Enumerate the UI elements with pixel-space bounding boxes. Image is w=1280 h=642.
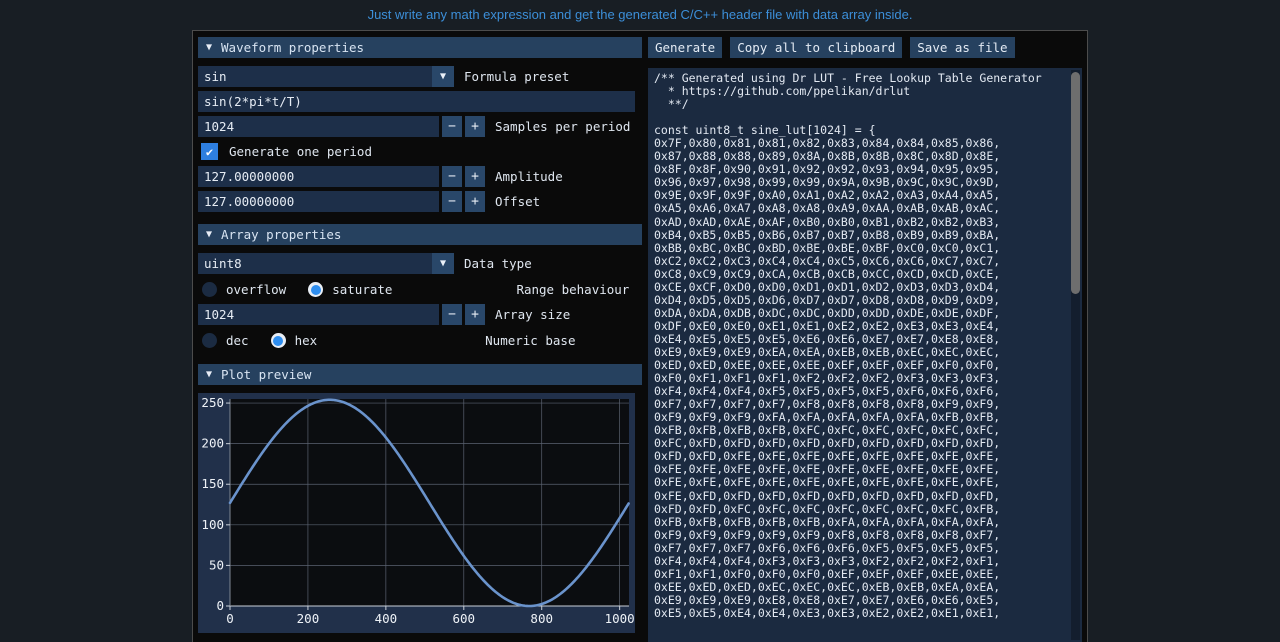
radio-hex-label: hex	[294, 333, 318, 348]
amplitude-increment[interactable]: +	[465, 166, 485, 187]
row-samples-per-period: 1024 − + Samples per period	[198, 116, 642, 137]
right-panel: Generate Copy all to clipboard Save as f…	[648, 37, 1082, 642]
svg-text:150: 150	[201, 476, 224, 491]
offset-label: Offset	[495, 194, 541, 209]
array-size-decrement[interactable]: −	[442, 304, 462, 325]
svg-text:250: 250	[201, 395, 224, 410]
section-title-array: Array properties	[221, 227, 342, 242]
row-array-size: 1024 − + Array size	[198, 304, 642, 325]
triangle-down-icon: ▼	[206, 368, 213, 380]
check-icon: ✔	[205, 144, 214, 159]
offset-input[interactable]: 127.00000000	[198, 191, 439, 212]
data-type-select[interactable]: uint8 ▼	[198, 253, 454, 274]
copy-all-to-clipboard-button[interactable]: Copy all to clipboard	[730, 37, 903, 58]
generate-one-period-checkbox[interactable]: ✔	[201, 143, 218, 160]
array-size-input[interactable]: 1024	[198, 304, 439, 325]
toolbar: Generate Copy all to clipboard Save as f…	[648, 37, 1082, 58]
range-behaviour-label: Range behaviour	[516, 282, 630, 297]
amplitude-value: 127.00000000	[204, 169, 295, 184]
offset-value: 127.00000000	[204, 194, 295, 209]
section-title-waveform: Waveform properties	[221, 40, 365, 55]
amplitude-decrement[interactable]: −	[442, 166, 462, 187]
app-window: ▼ Waveform properties sin ▼ Formula pres…	[192, 30, 1088, 642]
svg-text:1000: 1000	[605, 611, 635, 626]
chevron-down-icon[interactable]: ▼	[432, 253, 454, 274]
samples-per-period-input[interactable]: 1024	[198, 116, 439, 137]
numeric-base-label: Numeric base	[485, 333, 576, 348]
row-data-type: uint8 ▼ Data type	[198, 253, 642, 274]
section-header-array[interactable]: ▼ Array properties	[198, 224, 642, 245]
radio-saturate[interactable]	[308, 282, 324, 297]
code-output-panel[interactable]: /** Generated using Dr LUT - Free Lookup…	[648, 68, 1082, 642]
chevron-glyph: ▼	[439, 70, 447, 82]
samples-per-period-increment[interactable]: +	[465, 116, 485, 137]
array-size-increment[interactable]: +	[465, 304, 485, 325]
radio-dec[interactable]	[202, 333, 217, 348]
generate-one-period-label: Generate one period	[229, 144, 372, 159]
svg-text:200: 200	[297, 611, 320, 626]
offset-increment[interactable]: +	[465, 191, 485, 212]
formula-preset-label: Formula preset	[464, 69, 570, 84]
svg-text:600: 600	[453, 611, 476, 626]
data-type-value: uint8	[204, 256, 242, 271]
row-generate-one-period: ✔ Generate one period	[198, 141, 642, 162]
page-tagline: Just write any math expression and get t…	[367, 7, 913, 22]
radio-dec-label: dec	[226, 333, 249, 348]
svg-text:0: 0	[226, 611, 234, 626]
row-range-behaviour: overflow saturate Range behaviour	[198, 278, 642, 301]
formula-preset-select[interactable]: sin ▼	[198, 66, 454, 87]
svg-text:0: 0	[216, 598, 224, 613]
row-numeric-base: dec hex Numeric base	[198, 329, 642, 352]
samples-per-period-label: Samples per period	[495, 119, 631, 134]
chevron-glyph: ▼	[439, 257, 447, 269]
generate-button[interactable]: Generate	[648, 37, 723, 58]
row-formula-preset: sin ▼ Formula preset	[198, 66, 642, 87]
array-size-value: 1024	[204, 307, 235, 322]
samples-per-period-value: 1024	[204, 119, 235, 134]
scrollbar-thumb[interactable]	[1071, 72, 1080, 294]
formula-input[interactable]: sin(2*pi*t/T)	[198, 91, 635, 112]
left-panel: ▼ Waveform properties sin ▼ Formula pres…	[198, 37, 642, 642]
row-offset: 127.00000000 − + Offset	[198, 191, 642, 212]
svg-text:50: 50	[209, 557, 224, 572]
amplitude-input[interactable]: 127.00000000	[198, 166, 439, 187]
row-formula: sin(2*pi*t/T)	[198, 91, 642, 112]
svg-text:800: 800	[530, 611, 553, 626]
svg-text:400: 400	[375, 611, 398, 626]
plot-svg: 0 50 100 150 200 250 0 200 400 600 800 1000	[201, 395, 635, 626]
offset-decrement[interactable]: −	[442, 191, 462, 212]
triangle-down-icon: ▼	[206, 41, 213, 53]
triangle-down-icon: ▼	[206, 228, 213, 240]
radio-hex[interactable]	[270, 333, 286, 348]
code-output-text: /** Generated using Dr LUT - Free Lookup…	[654, 71, 1042, 620]
radio-overflow[interactable]	[202, 282, 217, 297]
formula-preset-value: sin	[204, 69, 227, 84]
amplitude-label: Amplitude	[495, 169, 563, 184]
section-title-plot: Plot preview	[221, 367, 312, 382]
svg-text:200: 200	[201, 436, 224, 451]
plot-preview[interactable]: 0 50 100 150 200 250 0 200 400 600 800 1000	[198, 393, 635, 633]
radio-overflow-label: overflow	[226, 282, 287, 297]
svg-text:100: 100	[201, 517, 224, 532]
radio-saturate-label: saturate	[332, 282, 393, 297]
row-amplitude: 127.00000000 − + Amplitude	[198, 166, 642, 187]
samples-per-period-decrement[interactable]: −	[442, 116, 462, 137]
save-as-file-button[interactable]: Save as file	[910, 37, 1015, 58]
chevron-down-icon[interactable]: ▼	[432, 66, 454, 87]
formula-value: sin(2*pi*t/T)	[204, 94, 302, 109]
data-type-label: Data type	[464, 256, 532, 271]
section-header-waveform[interactable]: ▼ Waveform properties	[198, 37, 642, 58]
section-header-plot[interactable]: ▼ Plot preview	[198, 364, 642, 385]
array-size-label: Array size	[495, 307, 571, 322]
